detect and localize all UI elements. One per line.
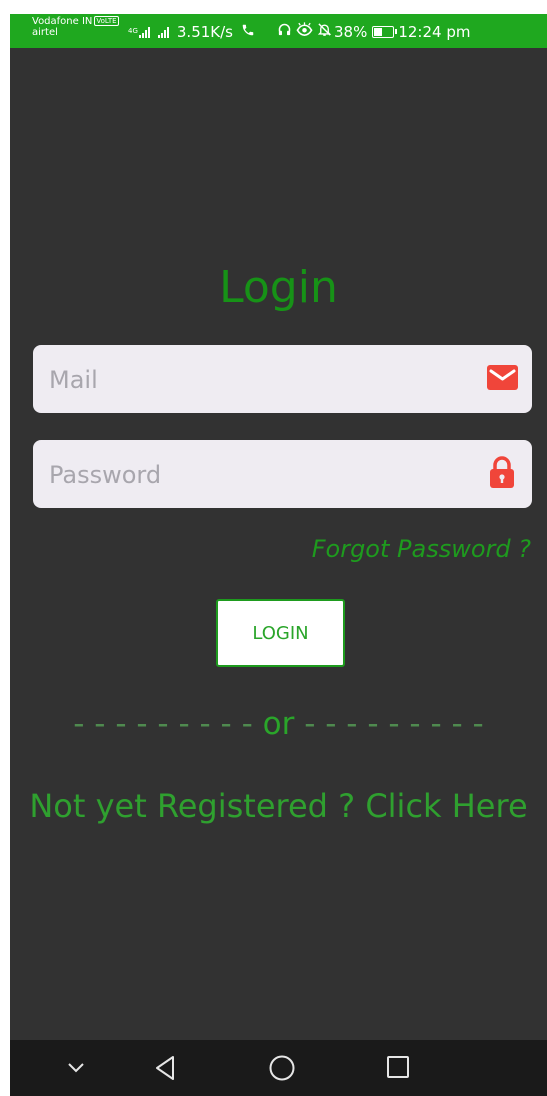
- register-link[interactable]: Not yet Registered ? Click Here: [10, 787, 547, 825]
- volte-badge: VoLTE: [94, 16, 119, 26]
- password-field: [33, 440, 532, 510]
- headset-icon: [277, 22, 292, 41]
- network-speed: 3.51K/s: [176, 22, 233, 41]
- mail-field: [33, 345, 532, 415]
- mail-icon: [487, 365, 518, 394]
- forgot-password-link[interactable]: Forgot Password ?: [312, 535, 531, 563]
- divider-dashes-left: - - - - - - - - -: [73, 706, 253, 742]
- call-icon: [241, 23, 255, 41]
- clock: 12:24 pm: [398, 22, 471, 41]
- recents-icon[interactable]: [386, 1055, 410, 1083]
- carrier-primary: Vodafone IN: [32, 16, 93, 27]
- signal-icon-sim1: [138, 26, 150, 38]
- status-indicators: 4G 3.51K/s 38% 12:24 pm: [128, 22, 470, 41]
- status-bar: Vodafone IN VoLTE airtel 4G 3.51K/s 38% 1: [10, 14, 547, 48]
- battery-percent: 38%: [334, 22, 368, 41]
- battery-icon: [372, 25, 398, 38]
- page-title: Login: [219, 262, 338, 313]
- divider-text: or: [262, 706, 295, 742]
- navigation-bar: [10, 1040, 547, 1096]
- password-input[interactable]: [47, 440, 471, 510]
- notifications-off-icon: [317, 22, 332, 41]
- eye-icon: [296, 22, 313, 41]
- carrier-secondary: airtel: [32, 27, 58, 38]
- back-icon[interactable]: [153, 1054, 177, 1086]
- network-type: 4G: [128, 27, 138, 35]
- or-divider: - - - - - - - - - or - - - - - - - - -: [10, 706, 547, 742]
- home-icon[interactable]: [268, 1054, 296, 1086]
- phone-screen: Vodafone IN VoLTE airtel 4G 3.51K/s 38% 1: [10, 14, 547, 1096]
- divider-dashes-right: - - - - - - - - -: [304, 706, 484, 742]
- chevron-down-icon[interactable]: [66, 1060, 86, 1079]
- carrier-info: Vodafone IN VoLTE airtel: [32, 16, 119, 38]
- mail-input[interactable]: [47, 345, 471, 415]
- signal-icon-sim2: [157, 26, 169, 38]
- lock-icon: [489, 456, 515, 493]
- login-button[interactable]: LOGIN: [216, 599, 345, 667]
